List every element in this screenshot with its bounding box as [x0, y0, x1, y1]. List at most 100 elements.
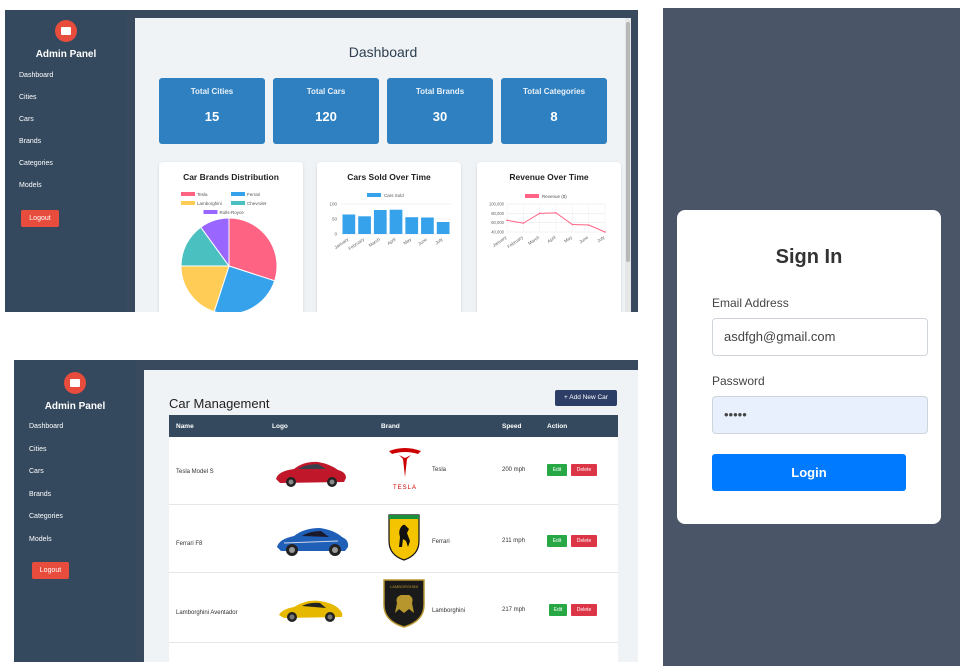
- email-label: Email Address: [712, 296, 789, 310]
- admin-logo-icon: [55, 20, 77, 42]
- y-tick-label: 40,000: [491, 230, 504, 235]
- cars-table: Name Logo Brand Speed Action Tesla Model…: [169, 415, 618, 662]
- sidebar-item-dashboard[interactable]: Dashboard: [29, 423, 63, 446]
- legend-label: Tesla: [197, 192, 208, 197]
- sidebar-item-brands[interactable]: Brands: [19, 138, 53, 160]
- delete-button[interactable]: Delete: [571, 535, 597, 547]
- tesla-logo-icon: TESLA: [389, 448, 421, 491]
- legend-swatch: [525, 194, 539, 198]
- password-field[interactable]: •••••: [712, 396, 928, 434]
- login-button[interactable]: Login: [712, 454, 906, 491]
- car-speed: 217 mph: [502, 607, 526, 613]
- table-row: Ferrari F8 Ferrari 211 mph Edit Delete: [169, 505, 618, 573]
- legend-label: Chevrolet: [247, 201, 267, 206]
- sidebar: Admin Panel Dashboard Cities Cars Brands…: [14, 360, 136, 662]
- legend-label: Cars Sold: [384, 193, 404, 198]
- sidebar: Admin Panel Dashboard Cities Cars Brands…: [5, 10, 127, 312]
- logout-button[interactable]: Logout: [21, 210, 59, 227]
- y-tick-label: 0: [334, 232, 337, 237]
- stat-value: 8: [550, 109, 558, 124]
- chart-title: Revenue Over Time: [509, 172, 589, 182]
- dashboard-main: Dashboard Total Cities 15 Total Cars 120…: [135, 18, 631, 312]
- car-speed: 211 mph: [502, 538, 525, 544]
- stat-value: 15: [204, 109, 220, 124]
- sidebar-item-brands[interactable]: Brands: [29, 491, 63, 514]
- x-tick-label: July: [434, 236, 444, 245]
- chart-card-revenue: Revenue Over Time Revenue ($) 100,000 80,0…: [477, 162, 621, 312]
- x-tick-label: June: [578, 234, 589, 244]
- scrollbar[interactable]: [625, 18, 631, 312]
- legend-swatch: [181, 192, 195, 196]
- bar: [389, 209, 403, 234]
- stat-value: 30: [432, 109, 448, 124]
- stat-label: Total Categories: [522, 87, 586, 96]
- data-point: [571, 223, 574, 226]
- bar: [421, 217, 434, 234]
- car-brand: Lamborghini: [432, 608, 466, 614]
- delete-button[interactable]: Delete: [571, 604, 597, 616]
- edit-button[interactable]: Edit: [549, 604, 567, 616]
- add-new-car-button[interactable]: + Add New Car: [555, 390, 617, 406]
- legend-label: Rolls-Royce: [220, 210, 245, 215]
- table-header: Name Logo Brand Speed Action: [169, 415, 618, 437]
- column-header: Logo: [272, 423, 288, 430]
- logout-button[interactable]: Logout: [32, 562, 69, 579]
- sidebar-item-cars[interactable]: Cars: [19, 116, 53, 138]
- sidebar-item-models[interactable]: Models: [19, 182, 53, 204]
- bar: [436, 222, 450, 234]
- stat-value: 120: [315, 109, 337, 124]
- page-title: Car Management: [169, 396, 270, 411]
- stat-card-categories: Total Categories 8: [501, 78, 607, 144]
- scrollbar-thumb[interactable]: [626, 22, 630, 262]
- sidebar-item-categories[interactable]: Categories: [29, 513, 63, 536]
- delete-button[interactable]: Delete: [571, 464, 597, 476]
- bar: [358, 216, 371, 234]
- bar: [342, 214, 356, 234]
- legend-label: Ferrari: [247, 192, 260, 197]
- stat-label: Total Cities: [190, 87, 234, 96]
- sidebar-item-cities[interactable]: Cities: [19, 94, 53, 116]
- column-header: Brand: [381, 423, 400, 430]
- car-name: Lamborghini Aventador: [176, 610, 238, 616]
- data-point: [522, 222, 525, 224]
- car-image: [276, 461, 346, 487]
- stat-card-cities: Total Cities 15: [159, 78, 265, 144]
- car-brand: Tesla: [432, 467, 447, 473]
- x-tick-label: April: [386, 237, 396, 246]
- x-tick-label: May: [402, 236, 412, 245]
- car-image: [277, 528, 349, 556]
- sidebar-item-models[interactable]: Models: [29, 536, 63, 559]
- column-header: Speed: [502, 423, 522, 430]
- chart-card-brands: Car Brands Distribution Tesla Ferrari Lamb…: [159, 162, 303, 312]
- sidebar-item-cities[interactable]: Cities: [29, 446, 63, 469]
- car-name: Ferrari F8: [176, 541, 203, 547]
- legend-swatch: [231, 192, 245, 196]
- line-chart: Revenue ($) 100,000 80,000 60,000 40,000Janu…: [489, 194, 606, 249]
- legend-label: Lamborghini: [197, 201, 222, 206]
- data-point: [604, 231, 606, 233]
- x-tick-label: January: [492, 234, 509, 248]
- admin-logo-icon: [64, 372, 86, 394]
- car-speed: 200 mph: [502, 467, 526, 473]
- x-tick-label: February: [348, 236, 366, 251]
- car-name: Tesla Model S: [176, 469, 214, 475]
- stat-label: Total Brands: [415, 87, 465, 96]
- car-image: [279, 600, 343, 622]
- pie-chart: Tesla Ferrari Lamborghini ChevroletRolls-Ro…: [180, 192, 278, 312]
- legend-swatch: [367, 193, 381, 197]
- x-tick-label: March: [368, 236, 382, 248]
- data-point: [587, 224, 590, 226]
- page-title: Dashboard: [348, 44, 418, 60]
- email-field[interactable]: asdfgh@gmail.com: [712, 318, 928, 356]
- bar: [405, 217, 419, 234]
- chart-title: Car Brands Distribution: [183, 172, 279, 182]
- sidebar-item-cars[interactable]: Cars: [29, 468, 63, 491]
- sidebar-item-dashboard[interactable]: Dashboard: [19, 72, 53, 94]
- sidebar-item-categories[interactable]: Categories: [19, 160, 53, 182]
- x-tick-label: May: [563, 234, 573, 243]
- edit-button[interactable]: Edit: [547, 464, 567, 476]
- y-tick-label: 100,000: [489, 202, 505, 207]
- signin-screenshot: Sign In Email Address asdfgh@gmail.com P…: [663, 8, 960, 666]
- table-row: Tesla Model S TESLA Tesla 200 mph Edit D…: [169, 437, 618, 505]
- edit-button[interactable]: Edit: [547, 535, 567, 547]
